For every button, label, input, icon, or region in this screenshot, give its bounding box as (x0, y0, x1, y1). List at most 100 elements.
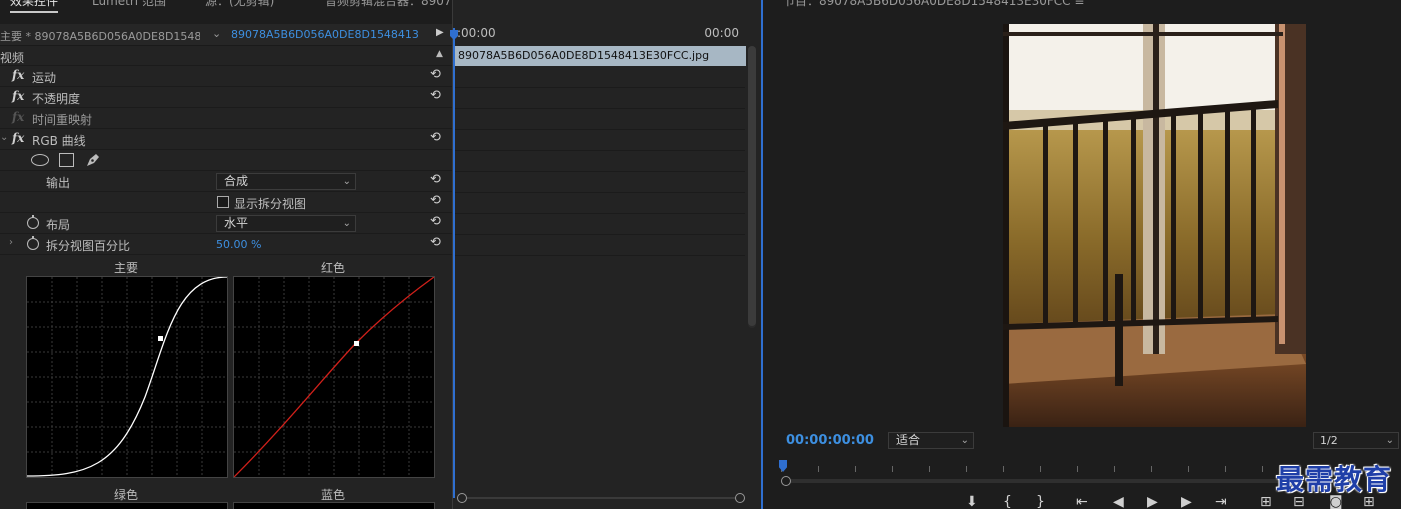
clip-bar[interactable]: 89078A5B6D056A0DE8D1548413E30FCC.jpg (455, 46, 746, 66)
ruler-end-time: 00:00 (704, 26, 739, 40)
mask-tools-row (0, 150, 452, 171)
chevron-down-icon: ⌄ (342, 176, 351, 187)
param-output-row: 输出 合成 ⌄ ⟲ (0, 171, 452, 192)
tab-effect-controls[interactable]: 效果控件 (10, 0, 59, 13)
chevron-down-icon: ⌄ (342, 218, 351, 229)
ruler-tick (1077, 466, 1078, 472)
effect-row-rgb-curves[interactable]: ⌄ fx RGB 曲线 ⟲ (0, 129, 452, 150)
time-ruler[interactable]: :00:00 00:00 (453, 24, 753, 46)
zoom-bar[interactable] (467, 497, 735, 499)
fx-icon: fx (12, 110, 25, 124)
go-to-in-icon[interactable]: ⇤ (1076, 494, 1088, 509)
green-curve-title: 绿色 (114, 488, 139, 502)
go-to-out-icon[interactable]: ⇥ (1215, 494, 1227, 509)
current-timecode[interactable]: 00:00:00:00 (786, 433, 874, 448)
track-divider (453, 255, 745, 256)
zoom-level-dropdown[interactable]: 适合 ⌄ (888, 432, 974, 449)
play-icon[interactable]: ▶ (1147, 494, 1158, 509)
param-layout-row: 布局 水平 ⌄ ⟲ (0, 213, 452, 234)
stopwatch-icon[interactable] (27, 215, 39, 229)
video-section-header: 视频 ▲ (0, 46, 452, 66)
effect-row-motion[interactable]: fx 运动 ⟲ (0, 66, 452, 87)
track-divider (453, 192, 745, 193)
track-divider (453, 87, 745, 88)
play-icon[interactable]: ▶ (436, 27, 444, 38)
scroll-up-icon[interactable]: ▲ (436, 49, 444, 61)
expand-chevron-icon[interactable]: ⌄ (0, 132, 8, 143)
layout-label: 布局 (46, 218, 71, 232)
zoom-handle-right[interactable] (735, 493, 745, 503)
step-back-icon[interactable]: ◀ (1113, 494, 1124, 509)
ruler-tick (1040, 466, 1041, 472)
monitor-zoom-scrollbar[interactable] (781, 475, 1301, 487)
chevron-down-icon[interactable]: ⌄ (212, 27, 221, 40)
zoom-handle-left[interactable] (457, 493, 467, 503)
ruler-tick (818, 466, 819, 472)
fx-icon[interactable]: fx (12, 68, 24, 82)
reset-icon[interactable]: ⟲ (430, 235, 441, 250)
tab-source[interactable]: 源：(无剪辑) (205, 0, 274, 9)
monitor-time-ruler[interactable] (781, 458, 1311, 474)
output-label: 输出 (46, 176, 71, 190)
green-curve-graph[interactable] (26, 502, 228, 509)
reset-icon[interactable]: ⟲ (430, 130, 441, 145)
add-marker-icon[interactable]: ⬇ (966, 494, 978, 509)
zoom-level-value: 适合 (896, 433, 921, 447)
master-curve-graph[interactable] (26, 276, 228, 478)
video-section-label: 视频 (0, 51, 25, 65)
effect-row-opacity[interactable]: fx 不透明度 ⟲ (0, 87, 452, 108)
program-monitor-title[interactable]: 节目：89078A5B6D056A0DE8D1548413E30FCC ≡ (783, 0, 1084, 9)
zoom-bar[interactable] (791, 479, 1291, 483)
tab-lumetri-scopes[interactable]: Lumetri 范围 (92, 0, 166, 9)
lift-icon[interactable]: ⊞ (1260, 494, 1272, 509)
fx-icon[interactable]: fx (12, 131, 24, 145)
curve-control-point[interactable] (354, 341, 359, 346)
split-percent-label: 拆分视图百分比 (46, 239, 131, 253)
output-dropdown[interactable]: 合成 ⌄ (216, 173, 356, 190)
blue-curve-title: 蓝色 (321, 488, 346, 502)
curve-control-point[interactable] (158, 336, 163, 341)
tab-audio-mixer[interactable]: 音频剪辑混合器：89078A5B6D056A0DE8D1548413E30FCC (325, 0, 452, 9)
blue-curve-graph[interactable] (233, 502, 435, 509)
fx-icon[interactable]: fx (12, 89, 24, 103)
vertical-scrollbar[interactable] (748, 46, 756, 328)
mark-in-icon[interactable]: { (1003, 494, 1012, 509)
stopwatch-icon[interactable] (27, 236, 39, 250)
ruler-tick (1225, 466, 1226, 472)
playback-resolution-dropdown[interactable]: 1/2 ⌄ (1313, 432, 1399, 449)
effect-controls-panel: 效果控件 Lumetri 范围 源：(无剪辑) 音频剪辑混合器：89078A5B… (0, 0, 452, 509)
rectangle-mask-icon[interactable] (59, 153, 74, 167)
track-divider (453, 234, 745, 235)
horizontal-zoom-scrollbar[interactable] (457, 492, 745, 504)
expand-chevron-icon[interactable]: › (9, 237, 13, 248)
master-clip-label[interactable]: 主要 * 89078A5B6D056A0DE8D15484… (0, 28, 200, 44)
layout-dropdown[interactable]: 水平 ⌄ (216, 215, 356, 232)
red-curve-graph[interactable] (233, 276, 435, 478)
track-divider (453, 150, 745, 151)
chevron-down-icon: ⌄ (960, 435, 969, 446)
split-view-checkbox[interactable] (217, 196, 229, 208)
ruler-tick (892, 466, 893, 472)
effect-row-time-remap[interactable]: fx 时间重映射 (0, 108, 452, 129)
sequence-clip-label[interactable]: 89078A5B6D056A0DE8D1548413E3… (231, 28, 419, 41)
reset-icon[interactable]: ⟲ (430, 193, 441, 208)
zoom-handle-left[interactable] (781, 476, 791, 486)
reset-icon[interactable]: ⟲ (430, 214, 441, 229)
ruler-tick (1262, 466, 1263, 472)
playhead-line[interactable] (453, 28, 455, 498)
step-forward-icon[interactable]: ▶ (1181, 494, 1192, 509)
pen-mask-icon[interactable] (84, 151, 102, 169)
mark-out-icon[interactable]: } (1036, 494, 1045, 509)
reset-icon[interactable]: ⟲ (430, 67, 441, 82)
split-view-label: 显示拆分视图 (234, 197, 307, 211)
effect-name: 时间重映射 (32, 113, 93, 127)
ellipse-mask-icon[interactable] (31, 154, 49, 166)
split-percent-value[interactable]: 50.00 % (216, 238, 261, 251)
track-divider (453, 213, 745, 214)
watermark-logo: 最需教育 (1276, 463, 1393, 496)
reset-icon[interactable]: ⟲ (430, 172, 441, 187)
reset-icon[interactable]: ⟲ (430, 88, 441, 103)
ruler-tick (1188, 466, 1189, 472)
effect-timeline: :00:00 00:00 89078A5B6D056A0DE8D1548413E… (450, 0, 762, 509)
ruler-tick (929, 466, 930, 472)
